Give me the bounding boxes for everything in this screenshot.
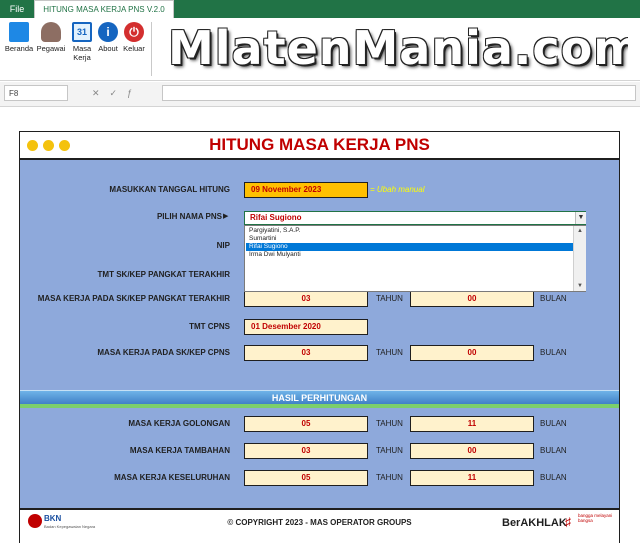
dropdown-option[interactable]: Sumartini [246, 235, 575, 243]
custom-ribbon-tab[interactable]: HITUNG MASA KERJA PNS V.2.0 [34, 0, 174, 18]
power-icon: ⏻ [124, 22, 144, 42]
tambahan-bulan-field: 00 [410, 443, 534, 459]
formula-input[interactable] [162, 85, 636, 101]
enter-icon[interactable]: ✓ [110, 88, 128, 98]
bulan-label: BULAN [540, 473, 567, 482]
keseluruhan-bulan-field: 11 [410, 470, 534, 486]
page-title: HITUNG MASA KERJA PNS [209, 135, 430, 154]
pegawai-label: Pegawai [36, 44, 66, 53]
tambahan-tahun-field: 03 [244, 443, 368, 459]
dropdown-option[interactable]: Irma Dwi Mulyanti [246, 251, 575, 259]
beranda-label: Beranda [4, 44, 34, 53]
mk-pangkat-tahun-field[interactable]: 03 [244, 291, 368, 307]
bulan-label: BULAN [540, 294, 567, 303]
fx-icon[interactable]: ƒ [127, 88, 142, 98]
scroll-down-icon[interactable]: ▼ [574, 281, 586, 291]
date-label: MASUKKAN TANGGAL HITUNG [109, 185, 230, 194]
berakhlak-subtext: bangga melayani bangsa [578, 513, 613, 523]
ribbon-divider [151, 22, 152, 76]
name-box[interactable]: F8 [4, 85, 68, 101]
keluar-button[interactable]: ⏻ Keluar [119, 22, 149, 53]
tahun-label: TAHUN [376, 294, 403, 303]
tmt-cpns-label: TMT CPNS [189, 322, 230, 331]
triangle-right-icon: ▶ [223, 213, 229, 220]
mk-pangkat-label: MASA KERJA PADA SK/KEP PANGKAT TERAKHIR [37, 294, 230, 303]
golongan-tahun-field: 05 [244, 416, 368, 432]
pns-dropdown-list[interactable]: Pargiyatini, S.A.P. Sumartini Rifai Sugi… [244, 225, 586, 292]
berakhlak-logo-icon: ♯ [565, 515, 571, 529]
dropdown-option[interactable]: Pargiyatini, S.A.P. [246, 227, 575, 235]
cancel-icon[interactable]: ✕ [92, 88, 110, 98]
dropdown-scrollbar[interactable]: ▲ ▼ [573, 226, 586, 291]
tahun-label: TAHUN [376, 446, 403, 455]
watermark-text: MlatenMania.com [168, 21, 628, 75]
tmt-cpns-field[interactable]: 01 Desember 2020 [244, 319, 368, 335]
mk-pangkat-bulan-field[interactable]: 00 [410, 291, 534, 307]
golongan-bulan-field: 11 [410, 416, 534, 432]
bulan-label: BULAN [540, 419, 567, 428]
bulan-label: BULAN [540, 446, 567, 455]
tahun-label: TAHUN [376, 419, 403, 428]
beranda-button[interactable]: Beranda [4, 22, 34, 53]
dropdown-arrow-icon[interactable]: ▼ [575, 212, 586, 224]
tahun-label: TAHUN [376, 348, 403, 357]
nip-label: NIP [216, 241, 230, 250]
tahun-label: TAHUN [376, 473, 403, 482]
tmt-pangkat-label: TMT SK/KEP PANGKAT TERAKHIR [97, 270, 230, 279]
golongan-label: MASA KERJA GOLONGAN [128, 419, 230, 428]
people-icon [41, 22, 61, 42]
calendar-icon: 31 [72, 22, 92, 42]
bulan-label: BULAN [540, 348, 567, 357]
mk-cpns-tahun-field[interactable]: 03 [244, 345, 368, 361]
masa-kerja-label: Masa Kerja [72, 44, 92, 62]
pns-label: PILIH NAMA PNS [156, 212, 222, 221]
pns-selected: Rifai Sugiono [250, 213, 302, 222]
keseluruhan-tahun-field: 05 [244, 470, 368, 486]
date-field[interactable]: 09 November 2023 [244, 182, 368, 198]
pegawai-button[interactable]: Pegawai [36, 22, 66, 53]
keseluruhan-label: MASA KERJA KESELURUHAN [114, 473, 230, 482]
sheet-gap [0, 107, 640, 131]
tambahan-label: MASA KERJA TAMBAHAN [129, 446, 230, 455]
keluar-label: Keluar [123, 44, 145, 53]
mk-cpns-bulan-field[interactable]: 00 [410, 345, 534, 361]
scroll-up-icon[interactable]: ▲ [574, 226, 586, 236]
info-icon: i [98, 22, 118, 42]
mk-cpns-label: MASA KERJA PADA SK/KEP CPNS [97, 348, 230, 357]
date-note: = Ubah manual [370, 185, 425, 194]
berakhlak-text: BerAKHLAK [502, 517, 567, 529]
formula-icons: ✕✓ƒ [92, 85, 156, 101]
about-label: About [98, 44, 118, 53]
windows-icon [9, 22, 29, 42]
file-tab[interactable]: File [0, 0, 34, 18]
dropdown-option-selected[interactable]: Rifai Sugiono [246, 243, 575, 251]
